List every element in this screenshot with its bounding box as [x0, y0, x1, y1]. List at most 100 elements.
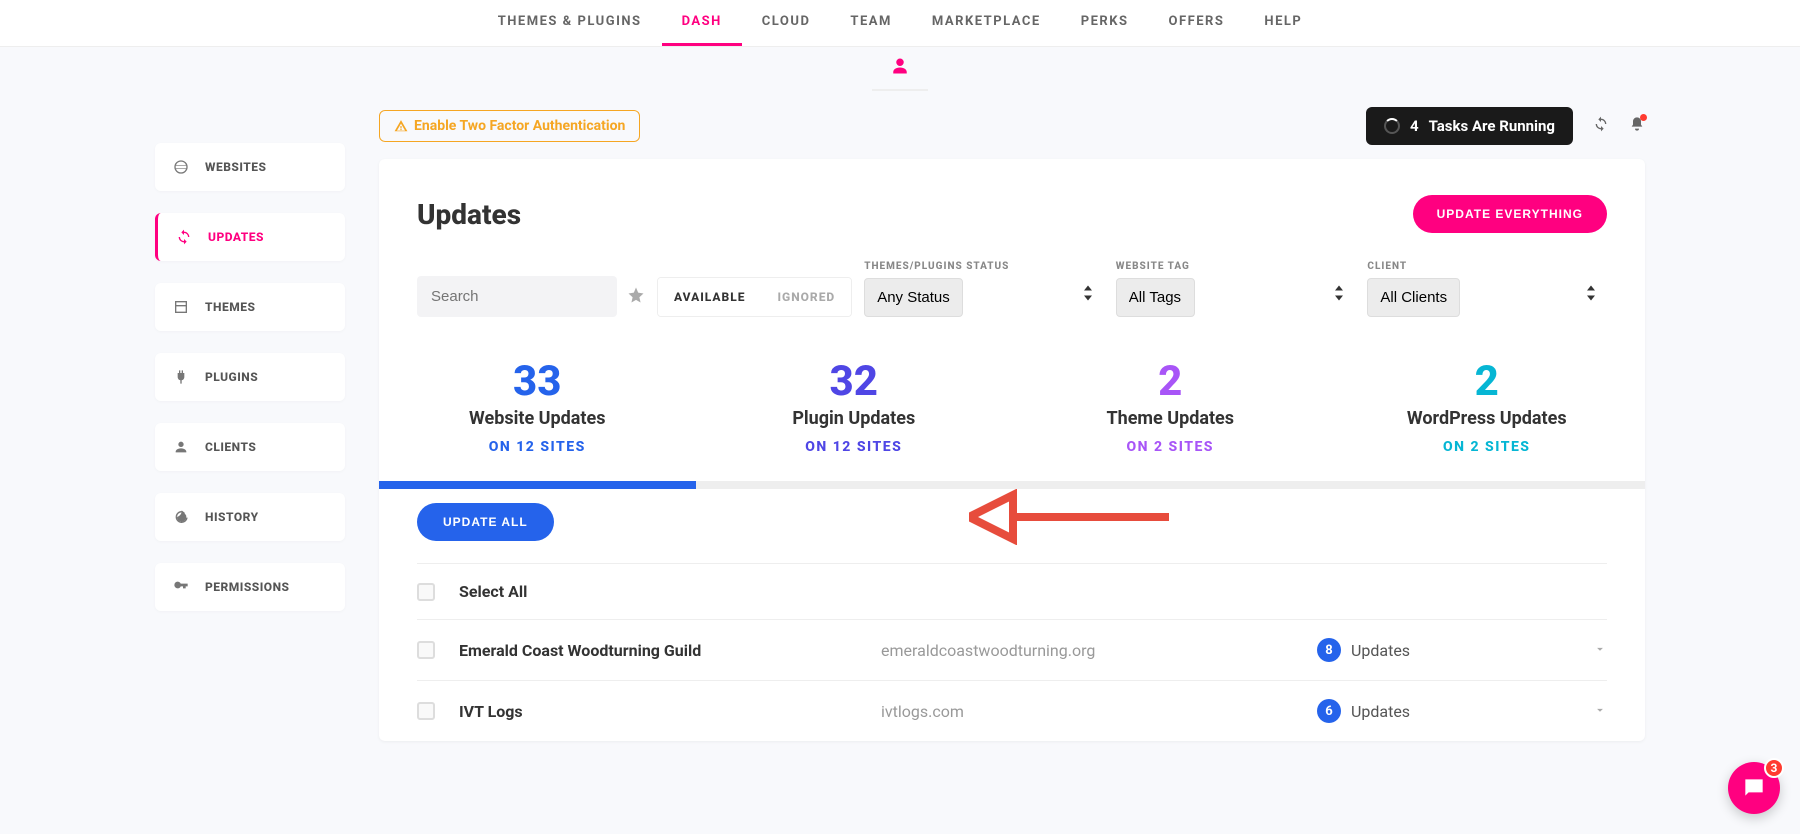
filter-label-tag: WEBSITE TAG [1116, 261, 1356, 272]
nav-perks[interactable]: PERKS [1061, 0, 1149, 46]
select-all-label: Select All [445, 582, 881, 601]
nav-themes-plugins[interactable]: THEMES & PLUGINS [478, 0, 662, 46]
chevron-down-icon [1593, 642, 1607, 656]
stat-value: 2 [1329, 357, 1646, 406]
stat-label: Plugin Updates [696, 408, 1013, 429]
user-menu[interactable] [872, 61, 928, 91]
updates-label: Updates [1351, 641, 1410, 660]
plug-icon [173, 369, 189, 385]
star-icon [627, 286, 645, 304]
stat-website-updates[interactable]: 33 Website Updates ON 12 SITES [379, 357, 696, 455]
refresh-icon [176, 229, 192, 245]
stat-value: 2 [1012, 357, 1329, 406]
expand-row[interactable] [1577, 702, 1607, 721]
select-all-checkbox[interactable] [417, 583, 435, 601]
nav-help[interactable]: HELP [1244, 0, 1322, 46]
status-select[interactable]: Any Status [864, 278, 963, 317]
sidebar-item-permissions[interactable]: PERMISSIONS [155, 563, 345, 611]
warning-icon [394, 119, 408, 133]
row-checkbox[interactable] [417, 641, 435, 659]
updates-count-badge: 6 [1317, 699, 1341, 723]
tab-indicator-fill [379, 481, 696, 489]
layout-icon [173, 299, 189, 315]
annotation-arrow [969, 489, 1169, 545]
sidebar: WEBSITES UPDATES THEMES PLUGINS CLIENTS … [155, 91, 345, 741]
sidebar-item-plugins[interactable]: PLUGINS [155, 353, 345, 401]
stat-theme-updates[interactable]: 2 Theme Updates ON 2 SITES [1012, 357, 1329, 455]
tfa-label: Enable Two Factor Authentication [414, 118, 625, 134]
site-row[interactable]: Emerald Coast Woodturning Guild emeraldc… [417, 619, 1607, 680]
key-icon [173, 579, 189, 595]
chat-icon [1741, 775, 1767, 801]
stat-sites: ON 2 SITES [1012, 439, 1329, 455]
updates-card: Updates UPDATE EVERYTHING AVAILABLE IGNO… [379, 159, 1645, 741]
notifications-button[interactable] [1629, 116, 1645, 136]
tfa-button[interactable]: Enable Two Factor Authentication [379, 110, 640, 142]
sidebar-item-label: PLUGINS [205, 370, 258, 384]
stat-sites: ON 2 SITES [1329, 439, 1646, 455]
nav-marketplace[interactable]: MARKETPLACE [912, 0, 1061, 46]
spinner-icon [1384, 118, 1400, 134]
tasks-label: Tasks Are Running [1429, 117, 1555, 135]
tag-select[interactable]: All Tags [1116, 278, 1195, 317]
sidebar-item-themes[interactable]: THEMES [155, 283, 345, 331]
updates-label: Updates [1351, 702, 1410, 721]
stat-label: Website Updates [379, 408, 696, 429]
stat-value: 32 [696, 357, 1013, 406]
select-all-row: Select All [417, 563, 1607, 619]
stat-sites: ON 12 SITES [379, 439, 696, 455]
nav-dash[interactable]: DASH [662, 0, 742, 46]
sidebar-item-label: THEMES [205, 300, 255, 314]
sidebar-item-history[interactable]: HISTORY [155, 493, 345, 541]
favorites-filter-button[interactable] [627, 286, 645, 308]
bell-icon [1629, 116, 1645, 132]
stats-row: 33 Website Updates ON 12 SITES 32 Plugin… [379, 317, 1645, 481]
row-checkbox[interactable] [417, 702, 435, 720]
site-domain: ivtlogs.com [881, 702, 1317, 721]
stat-label: WordPress Updates [1329, 408, 1646, 429]
page-title: Updates [417, 198, 521, 231]
filter-label-status: THEMES/PLUGINS STATUS [864, 261, 1104, 272]
sidebar-item-updates[interactable]: UPDATES [155, 213, 345, 261]
tasks-running-badge[interactable]: 4 Tasks Are Running [1366, 107, 1573, 145]
chat-launcher[interactable]: 3 [1728, 762, 1780, 814]
client-select[interactable]: All Clients [1367, 278, 1460, 317]
sites-list: Select All Emerald Coast Woodturning Gui… [379, 563, 1645, 741]
site-updates: 6 Updates [1317, 699, 1577, 723]
stat-wordpress-updates[interactable]: 2 WordPress Updates ON 2 SITES [1329, 357, 1646, 455]
notice-row: Enable Two Factor Authentication 4 Tasks… [379, 91, 1645, 159]
update-everything-button[interactable]: UPDATE EVERYTHING [1413, 195, 1607, 233]
tab-ignored[interactable]: IGNORED [761, 278, 851, 316]
nav-cloud[interactable]: CLOUD [742, 0, 831, 46]
chevron-down-icon [1593, 703, 1607, 717]
update-all-button[interactable]: UPDATE ALL [417, 503, 554, 541]
updates-count-badge: 8 [1317, 638, 1341, 662]
site-name: Emerald Coast Woodturning Guild [445, 641, 881, 660]
availability-toggle: AVAILABLE IGNORED [657, 277, 852, 317]
nav-offers[interactable]: OFFERS [1149, 0, 1245, 46]
user-icon [173, 439, 189, 455]
chat-unread-badge: 3 [1764, 758, 1784, 778]
history-icon [173, 509, 189, 525]
stat-value: 33 [379, 357, 696, 406]
refresh-button[interactable] [1593, 116, 1609, 136]
site-name: IVT Logs [445, 702, 881, 721]
stat-label: Theme Updates [1012, 408, 1329, 429]
user-bar [0, 47, 1800, 91]
globe-icon [173, 159, 189, 175]
stat-plugin-updates[interactable]: 32 Plugin Updates ON 12 SITES [696, 357, 1013, 455]
user-icon [891, 57, 909, 75]
sidebar-item-label: WEBSITES [205, 160, 266, 174]
sidebar-item-label: HISTORY [205, 510, 259, 524]
top-nav: THEMES & PLUGINS DASH CLOUD TEAM MARKETP… [0, 0, 1800, 47]
sidebar-item-label: UPDATES [208, 230, 264, 244]
site-row[interactable]: IVT Logs ivtlogs.com 6 Updates [417, 680, 1607, 741]
tab-available[interactable]: AVAILABLE [658, 278, 761, 316]
sidebar-item-clients[interactable]: CLIENTS [155, 423, 345, 471]
nav-team[interactable]: TEAM [830, 0, 911, 46]
sidebar-item-websites[interactable]: WEBSITES [155, 143, 345, 191]
tab-indicator-rail [379, 481, 1645, 489]
site-updates: 8 Updates [1317, 638, 1577, 662]
search-input[interactable] [417, 276, 617, 317]
expand-row[interactable] [1577, 641, 1607, 660]
